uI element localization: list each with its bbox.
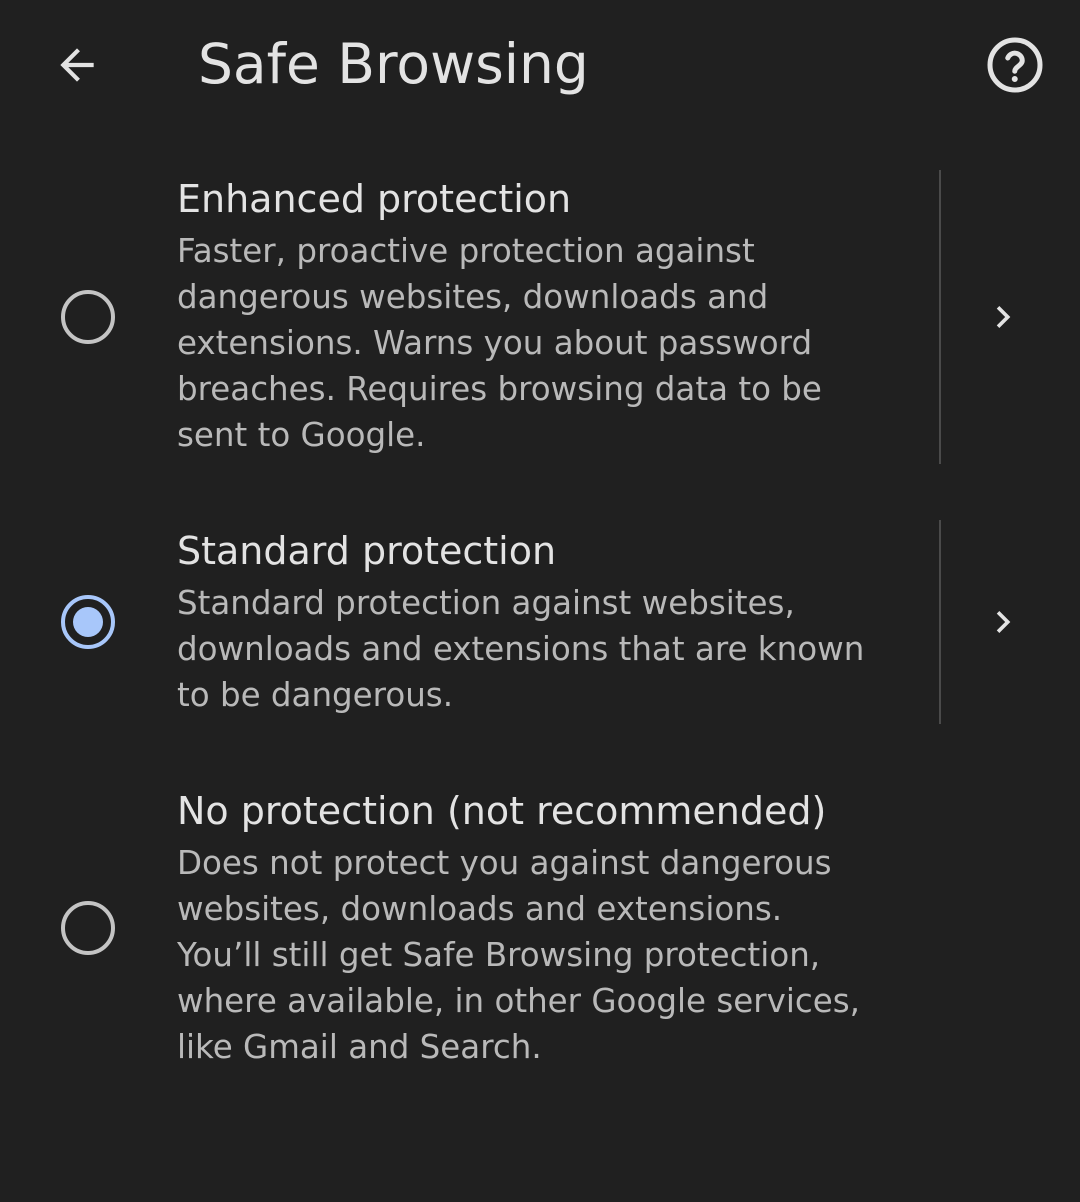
radio-unchecked-icon [61,290,115,344]
back-button[interactable] [40,28,114,102]
option-text-no-protection: No protection (not recommended) Does not… [177,788,917,1070]
option-description: Faster, proactive protection against dan… [177,228,917,458]
description-line: downloads and extensions that are known [177,630,865,668]
description-line: extensions. Warns you about password [177,324,813,362]
description-line: where available, in other Google service… [177,982,860,1020]
radio-unchecked-icon [61,901,115,955]
chevron-right-icon [996,306,1011,328]
vertical-divider [939,170,941,464]
vertical-divider [939,520,941,724]
description-line: websites, downloads and extensions. [177,890,783,928]
description-line: sent to Google. [177,416,426,454]
enhanced-protection-details-button[interactable] [968,282,1038,352]
description-line: Standard protection against websites, [177,584,795,622]
option-title: No protection (not recommended) [177,789,827,833]
option-title: Standard protection [177,529,557,573]
option-no-protection[interactable]: No protection (not recommended) Does not… [0,780,1080,1080]
option-description: Standard protection against websites, do… [177,580,917,718]
safe-browsing-screen: Safe Browsing Enhanced protection Faster… [0,0,1080,1202]
radio-standard-protection[interactable] [58,592,118,652]
option-title: Enhanced protection [177,177,572,221]
description-line: dangerous websites, downloads and [177,278,769,316]
option-enhanced-protection[interactable]: Enhanced protection Faster, proactive pr… [0,170,1080,470]
page-title: Safe Browsing [198,32,589,96]
help-circle-icon [987,37,1043,93]
standard-protection-details-button[interactable] [968,587,1038,657]
radio-checked-icon [61,595,115,649]
app-bar: Safe Browsing [0,0,1080,130]
option-text-enhanced: Enhanced protection Faster, proactive pr… [177,176,917,458]
arrow-back-icon [60,48,94,82]
description-line: You’ll still get Safe Browsing protectio… [177,936,821,974]
radio-enhanced-protection[interactable] [58,287,118,347]
description-line: to be dangerous. [177,676,454,714]
radio-no-protection[interactable] [58,898,118,958]
description-line: like Gmail and Search. [177,1028,542,1066]
option-description: Does not protect you against dangerous w… [177,840,917,1070]
description-line: breaches. Requires browsing data to be [177,370,822,408]
help-button[interactable] [978,28,1052,102]
description-line: Does not protect you against dangerous [177,844,832,882]
option-standard-protection[interactable]: Standard protection Standard protection … [0,520,1080,726]
chevron-right-icon [996,611,1011,633]
description-line: Faster, proactive protection against [177,232,755,270]
option-text-standard: Standard protection Standard protection … [177,528,917,718]
